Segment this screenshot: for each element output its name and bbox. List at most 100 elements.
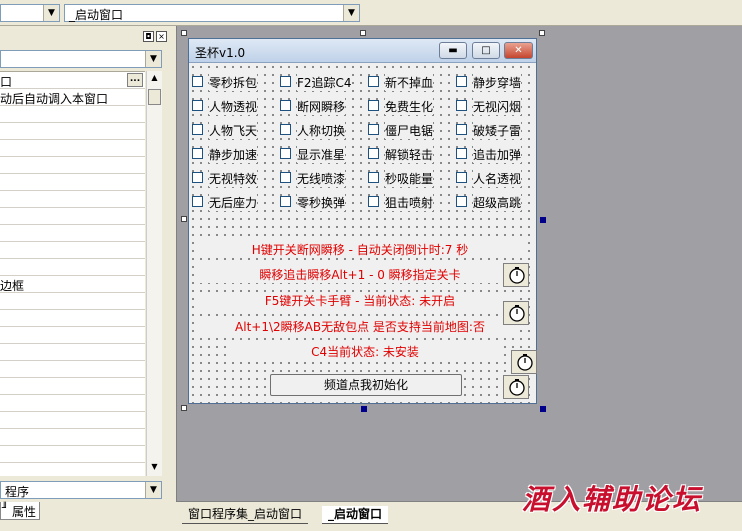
property-row[interactable] [0, 293, 145, 310]
checkbox-icon[interactable] [368, 124, 379, 135]
tab-start-window[interactable]: _启动窗口 [322, 506, 389, 524]
property-row[interactable] [0, 446, 145, 463]
scroll-up-icon[interactable]: ▲ [148, 71, 161, 84]
checkbox-icon[interactable] [280, 100, 291, 111]
checkbox-icon[interactable] [280, 124, 291, 135]
resize-handle[interactable] [181, 216, 187, 222]
property-row[interactable]: 动后自动调入本窗口 [0, 89, 145, 106]
resize-handle[interactable] [360, 30, 366, 36]
property-row[interactable] [0, 208, 145, 225]
tab-program-set[interactable]: 窗口程序集_启动窗口 [182, 506, 309, 524]
status-line-3: F5键开关卡手臂 - 当前状态: 未开启 [200, 292, 520, 309]
checkbox-icon[interactable] [456, 100, 467, 111]
property-row[interactable] [0, 259, 145, 276]
timer-icon[interactable] [503, 301, 529, 325]
chevron-down-icon[interactable]: ▼ [145, 482, 161, 498]
checkbox-label: 追击加弹 [473, 146, 522, 163]
checkbox-label: 人称切换 [297, 122, 346, 139]
scroll-down-icon[interactable]: ▼ [148, 460, 161, 473]
minimize-button[interactable]: ▬ [439, 42, 467, 59]
timer-icon[interactable] [503, 263, 529, 287]
checkbox-icon[interactable] [192, 76, 203, 87]
checkbox-icon[interactable] [192, 148, 203, 159]
property-row[interactable] [0, 157, 145, 174]
property-row[interactable] [0, 242, 145, 259]
checkbox-icon[interactable] [456, 196, 467, 207]
property-row[interactable] [0, 344, 145, 361]
property-row[interactable] [0, 123, 145, 140]
checkbox-icon[interactable] [280, 172, 291, 183]
property-row[interactable] [0, 191, 145, 208]
checkbox-icon[interactable] [456, 76, 467, 87]
property-object-select[interactable]: ▼ [0, 50, 162, 68]
chevron-down-icon[interactable]: ▼ [43, 5, 59, 21]
checkbox-icon[interactable] [368, 172, 379, 183]
init-button[interactable]: 频道点我初始化 [270, 374, 462, 396]
checkbox-label: F2追踪C4 [297, 74, 352, 91]
checkbox-icon[interactable] [368, 196, 379, 207]
close-button[interactable]: ✕ [504, 42, 533, 59]
checkbox-label: 断网瞬移 [297, 98, 346, 115]
checkbox-icon[interactable] [192, 172, 203, 183]
checkbox-icon[interactable] [280, 196, 291, 207]
property-row[interactable]: 边框 [0, 276, 145, 293]
property-row[interactable] [0, 378, 145, 395]
property-row[interactable]: 口... [0, 72, 145, 89]
chevron-down-icon[interactable]: ▼ [145, 51, 161, 67]
property-row[interactable] [0, 327, 145, 344]
checkbox-icon[interactable] [368, 100, 379, 111]
program-type-select[interactable]: 程序 ▼ [0, 481, 162, 499]
checkbox-label: 静步加速 [209, 146, 258, 163]
property-row[interactable] [0, 361, 145, 378]
checkbox-label: 超级高跳 [473, 194, 522, 211]
close-icon[interactable]: × [156, 31, 167, 42]
property-panel-header: ◘ × [0, 30, 168, 44]
checkbox-icon[interactable] [368, 148, 379, 159]
checkbox-label: 人物透视 [209, 98, 258, 115]
timer-icon[interactable] [503, 375, 529, 399]
checkbox-label: 人物飞天 [209, 122, 258, 139]
timer-icon[interactable] [511, 350, 537, 374]
resize-handle[interactable] [181, 405, 187, 411]
status-line-5: C4当前状态: 未安装 [230, 343, 500, 360]
property-row[interactable] [0, 310, 145, 327]
checkbox-icon[interactable] [280, 148, 291, 159]
checkbox-label: 显示准星 [297, 146, 346, 163]
checkbox-icon[interactable] [456, 148, 467, 159]
object-combo[interactable]: ▼ [0, 4, 60, 22]
property-row[interactable] [0, 412, 145, 429]
property-row[interactable] [0, 174, 145, 191]
property-row[interactable] [0, 429, 145, 446]
checkbox-icon[interactable] [456, 124, 467, 135]
checkbox-icon[interactable] [456, 172, 467, 183]
resize-handle[interactable] [539, 30, 545, 36]
scroll-thumb[interactable] [148, 89, 161, 105]
checkbox-icon[interactable] [280, 76, 291, 87]
property-row[interactable] [0, 106, 145, 123]
property-scrollbar[interactable]: ▲ ▼ [146, 71, 162, 476]
checkbox-icon[interactable] [192, 196, 203, 207]
property-row-label: 动后自动调入本窗口 [0, 92, 109, 106]
top-toolbar: ▼ _启动窗口 ▼ [0, 0, 742, 26]
resize-handle[interactable] [540, 406, 546, 412]
resize-handle[interactable] [540, 217, 546, 223]
property-row[interactable] [0, 395, 145, 412]
event-combo[interactable]: _启动窗口 ▼ [64, 4, 360, 22]
resize-handle[interactable] [361, 406, 367, 412]
checkbox-icon[interactable] [368, 76, 379, 87]
checkbox-label: 解锁轻击 [385, 146, 434, 163]
checkbox-label: 秒吸能量 [385, 170, 434, 187]
pin-icon: ╜ [2, 503, 9, 514]
checkbox-icon[interactable] [192, 100, 203, 111]
checkbox-label: 免费生化 [385, 98, 434, 115]
ellipsis-button[interactable]: ... [127, 73, 143, 87]
property-row[interactable] [0, 225, 145, 242]
chevron-down-icon[interactable]: ▼ [343, 5, 359, 21]
resize-handle[interactable] [181, 30, 187, 36]
property-row[interactable] [0, 140, 145, 157]
tab-properties[interactable]: ╜ 属性 [0, 502, 40, 520]
dock-icon[interactable]: ◘ [143, 31, 154, 42]
checkbox-icon[interactable] [192, 124, 203, 135]
window-titlebar[interactable]: 圣杯v1.0 ▬ □ ✕ [189, 39, 536, 63]
maximize-button[interactable]: □ [472, 42, 500, 59]
